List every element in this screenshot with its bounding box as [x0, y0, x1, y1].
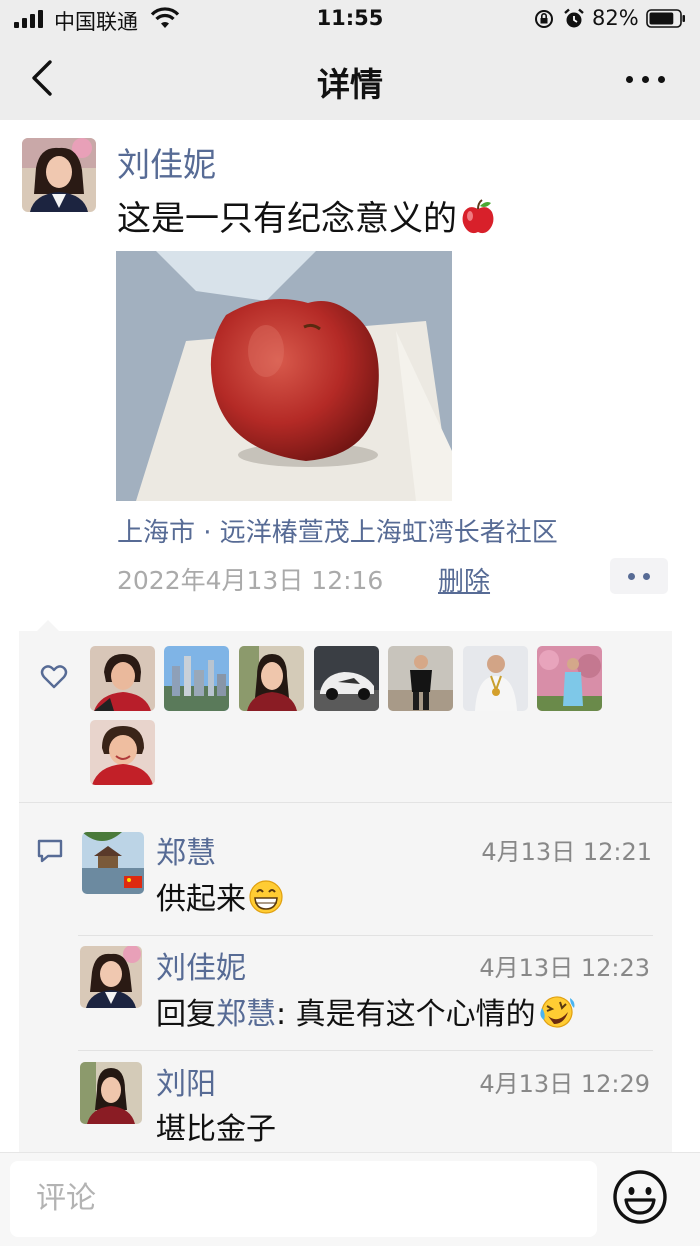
battery-percent: 82% — [592, 6, 639, 30]
like-avatar[interactable] — [388, 646, 453, 711]
commenter-name[interactable]: 刘阳 — [156, 1059, 216, 1103]
comment-time: 4月13日 12:21 — [481, 838, 652, 866]
like-avatar[interactable] — [463, 646, 528, 711]
like-avatar[interactable] — [537, 646, 602, 711]
comment-text: 供起来 — [156, 874, 284, 918]
post-time: 2022年4月13日 12:16 — [117, 566, 384, 595]
comment-input[interactable]: 评论 — [10, 1161, 597, 1237]
grinning-emoji — [249, 880, 283, 914]
commenter-name[interactable]: 刘佳妮 — [156, 943, 246, 987]
battery-icon — [646, 9, 685, 28]
comment-text: 回复郑慧: 真是有这个心情的 — [156, 989, 576, 1033]
reply-prefix: 回复 — [156, 997, 216, 1032]
post-text-content: 这是一只有纪念意义的 — [117, 199, 457, 239]
nav-bar: 详情 — [0, 40, 700, 120]
commenter-avatar[interactable] — [80, 946, 142, 1008]
comment-divider — [78, 1050, 653, 1051]
laughing-crying-emoji — [540, 996, 575, 1028]
like-avatar[interactable] — [90, 646, 155, 711]
status-bar: 中国联通 11:55 82% — [0, 0, 700, 40]
delete-button[interactable]: 删除 — [438, 561, 490, 598]
author-avatar[interactable] — [22, 138, 96, 212]
comment-time: 4月13日 12:29 — [479, 1070, 650, 1098]
post-photo[interactable] — [116, 251, 452, 501]
more-icon[interactable] — [618, 60, 674, 96]
red-apple-emoji — [462, 199, 494, 234]
comment-text-content: : 真是有这个心情的 — [276, 997, 536, 1032]
page-title: 详情 — [317, 65, 383, 104]
comment-text: 堪比金子 — [156, 1112, 276, 1147]
comment-time: 4月13日 12:23 — [479, 954, 650, 982]
like-avatar[interactable] — [90, 720, 155, 785]
likes-comments-divider — [19, 802, 672, 803]
post-text: 这是一只有纪念意义的 — [117, 191, 497, 240]
like-comment-menu-button[interactable] — [610, 558, 668, 594]
post-location[interactable]: 上海市 · 远洋椿萱茂上海虹湾长者社区 — [117, 512, 558, 549]
smiley-icon[interactable] — [612, 1169, 668, 1225]
commenter-name[interactable]: 郑慧 — [156, 828, 216, 872]
reply-to-name[interactable]: 郑慧 — [216, 997, 276, 1032]
commenter-avatar[interactable] — [80, 1062, 142, 1124]
like-avatar[interactable] — [314, 646, 379, 711]
alarm-icon — [564, 8, 584, 28]
commenter-avatar[interactable] — [82, 832, 144, 894]
orientation-lock-icon — [535, 10, 553, 28]
comment-input-bar: 评论 — [0, 1152, 700, 1246]
author-name[interactable]: 刘佳妮 — [117, 138, 216, 186]
comment-icon — [37, 839, 63, 863]
like-avatar[interactable] — [164, 646, 229, 711]
comment-divider — [78, 935, 653, 936]
like-avatar[interactable] — [239, 646, 304, 711]
comment-text-content: 供起来 — [156, 882, 246, 917]
heart-icon — [40, 665, 68, 689]
